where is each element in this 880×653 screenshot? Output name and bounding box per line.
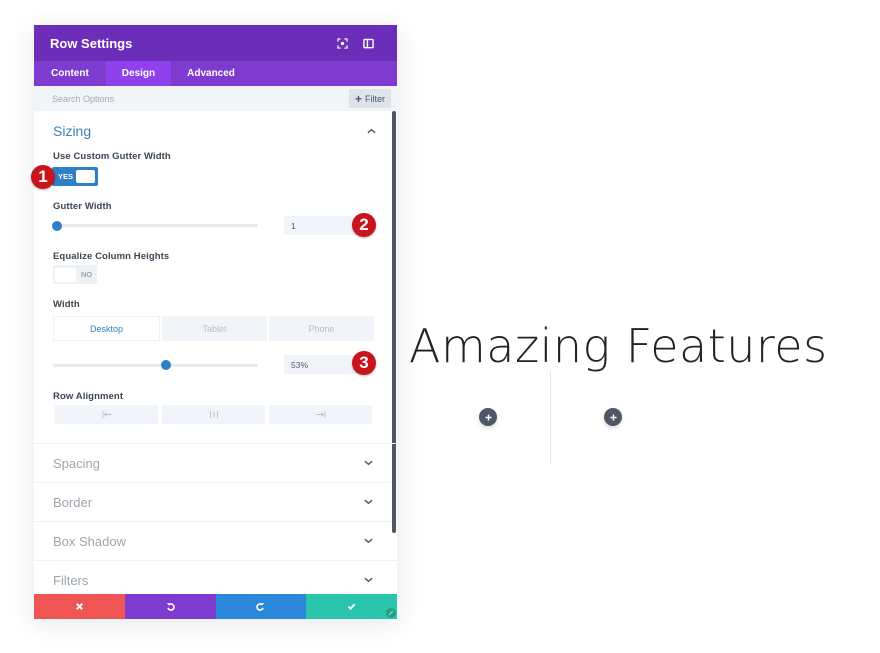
- plus-icon: +: [354, 91, 362, 106]
- annotation-badge-3: 3: [352, 351, 376, 375]
- undo-icon: [166, 603, 175, 611]
- annotation-badge-2: 2: [352, 213, 376, 237]
- redo-button[interactable]: [215, 594, 307, 619]
- chevron-up-icon[interactable]: [364, 124, 378, 138]
- device-tab-phone[interactable]: Phone: [269, 316, 374, 341]
- check-icon: [347, 603, 356, 611]
- panel-footer: [34, 594, 397, 619]
- search-options-input[interactable]: [52, 93, 349, 104]
- plus-icon: [484, 413, 492, 421]
- chevron-down-icon[interactable]: [361, 534, 375, 548]
- row-alignment-label: Row Alignment: [53, 391, 124, 402]
- save-button[interactable]: [306, 594, 397, 619]
- column-divider: [550, 372, 551, 464]
- gutter-width-slider-track[interactable]: [53, 224, 258, 227]
- toggle-knob: [76, 170, 95, 183]
- device-tab-desktop[interactable]: Desktop: [53, 316, 160, 341]
- device-tab-tablet[interactable]: Tablet: [162, 316, 267, 341]
- resize-handle-icon[interactable]: [386, 608, 396, 618]
- equalize-column-heights-label: Equalize Column Heights: [53, 251, 170, 262]
- section-border[interactable]: Border: [34, 483, 397, 522]
- panel-body: Sizing Use Custom Gutter Width YES Gutte…: [34, 111, 397, 594]
- panel-title: Row Settings: [50, 35, 133, 51]
- gutter-width-slider-thumb[interactable]: [52, 221, 62, 231]
- row-alignment-options: [55, 405, 372, 424]
- align-center-icon: [209, 411, 218, 418]
- toggle-state: NO: [81, 270, 93, 279]
- settings-tabs: Content Design Advanced: [34, 61, 397, 86]
- section-title: Border: [53, 494, 93, 510]
- focus-icon[interactable]: [329, 33, 355, 53]
- tab-advanced[interactable]: Advanced: [171, 61, 251, 86]
- add-module-button-column-1[interactable]: [479, 408, 497, 426]
- row-settings-panel: Row Settings Content Design Advanced + F…: [34, 25, 397, 619]
- section-title: Filters: [53, 572, 89, 588]
- align-right-icon: [316, 411, 325, 418]
- align-left-button[interactable]: [55, 405, 158, 424]
- page-heading[interactable]: Amazing Features: [409, 318, 828, 374]
- section-filters[interactable]: Filters: [34, 561, 397, 594]
- annotation-badge-1: 1: [31, 165, 55, 189]
- cancel-button[interactable]: [34, 594, 125, 619]
- use-custom-gutter-label: Use Custom Gutter Width: [53, 151, 171, 162]
- use-custom-gutter-toggle[interactable]: YES: [52, 167, 98, 186]
- section-box-shadow[interactable]: Box Shadow: [34, 522, 397, 561]
- chevron-down-icon[interactable]: [361, 573, 375, 587]
- sidebar-toggle-icon[interactable]: [355, 33, 381, 53]
- filter-button[interactable]: + Filter: [348, 89, 391, 108]
- section-title: Spacing: [53, 455, 100, 471]
- toggle-state: YES: [58, 172, 74, 181]
- equalize-column-heights-toggle[interactable]: NO: [53, 265, 97, 284]
- tab-design[interactable]: Design: [105, 61, 172, 86]
- close-icon: [75, 603, 83, 610]
- width-slider-thumb[interactable]: [160, 360, 171, 370]
- align-right-button[interactable]: [269, 405, 372, 424]
- device-tabs: Desktop Tablet Phone: [53, 316, 374, 341]
- width-slider-track[interactable]: [53, 364, 258, 367]
- undo-button[interactable]: [124, 594, 216, 619]
- width-label: Width: [53, 299, 80, 310]
- tab-content[interactable]: Content: [34, 61, 106, 86]
- chevron-down-icon[interactable]: [361, 456, 375, 470]
- redo-icon: [256, 603, 265, 611]
- section-title: Box Shadow: [53, 533, 126, 549]
- align-center-button[interactable]: [162, 405, 265, 424]
- section-title: Sizing: [53, 123, 92, 139]
- align-left-icon: [102, 411, 111, 418]
- section-sizing: Sizing Use Custom Gutter Width YES Gutte…: [34, 111, 397, 444]
- search-bar: + Filter: [34, 86, 397, 111]
- filter-label: Filter: [365, 93, 385, 104]
- toggle-knob: [55, 267, 76, 282]
- add-module-button-column-2[interactable]: [604, 408, 622, 426]
- section-sizing-header[interactable]: Sizing: [53, 123, 378, 139]
- section-spacing[interactable]: Spacing: [34, 444, 397, 483]
- chevron-down-icon[interactable]: [361, 495, 375, 509]
- plus-icon: [609, 413, 617, 421]
- panel-header: Row Settings: [34, 25, 397, 61]
- gutter-width-label: Gutter Width: [53, 201, 112, 212]
